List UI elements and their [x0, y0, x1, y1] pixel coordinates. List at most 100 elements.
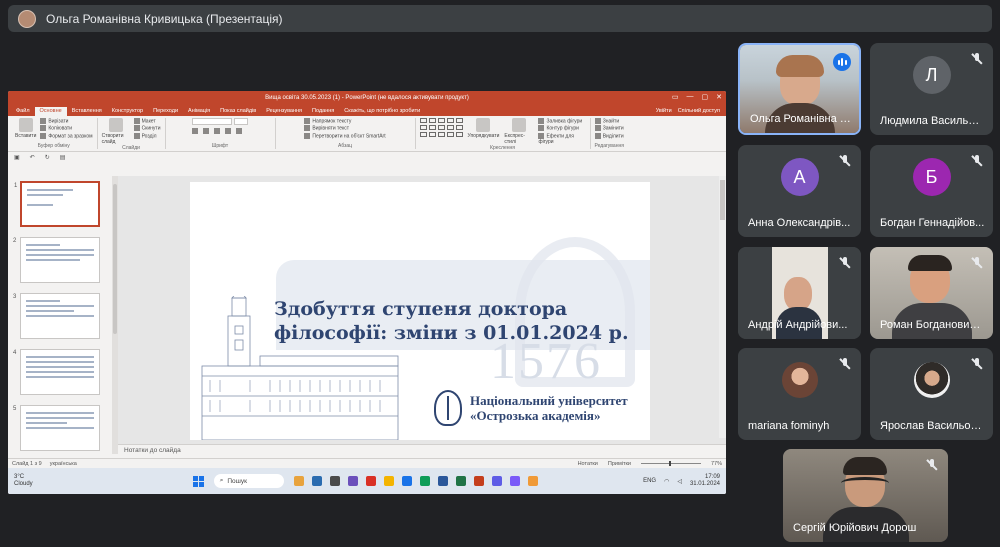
slide-thumbnail[interactable]: 5: [13, 405, 100, 451]
font-format-buttons[interactable]: [192, 128, 244, 134]
shapes-gallery[interactable]: [419, 118, 463, 137]
taskbar-app-icon[interactable]: [365, 476, 376, 486]
select-button[interactable]: Виділити: [594, 132, 624, 139]
slide-thumbnail[interactable]: 3: [13, 293, 100, 339]
tab-design[interactable]: Конструктор: [107, 107, 148, 116]
outline-icon: [538, 125, 545, 132]
tab-slideshow[interactable]: Показ слайдів: [215, 107, 261, 116]
taskbar-app-icon[interactable]: [473, 476, 484, 486]
text-direction-button[interactable]: Напрямок тексту: [304, 118, 351, 124]
new-slide-button[interactable]: Створити слайд: [102, 118, 130, 145]
tab-file[interactable]: Файл: [11, 107, 35, 116]
slide-scrollbar[interactable]: [719, 176, 726, 438]
zoom-slider[interactable]: [640, 461, 701, 466]
notes-pane[interactable]: Нотатки до слайда: [118, 444, 726, 457]
shape-effects-button[interactable]: Ефекти для фігури: [538, 132, 585, 145]
participant-tile[interactable]: Ярослав Васильов...: [870, 348, 993, 440]
zoom-level[interactable]: 77%: [711, 461, 722, 467]
fill-icon: [538, 118, 545, 124]
present-icon[interactable]: ▤: [60, 154, 66, 161]
windows-start-icon[interactable]: [192, 475, 204, 487]
taskbar-app-icon[interactable]: [419, 476, 430, 486]
taskbar-search[interactable]: ⌕ Пошук: [213, 474, 284, 488]
taskbar-clock[interactable]: 17:09 31.01.2024: [690, 474, 720, 488]
taskbar-app-icon[interactable]: [311, 476, 322, 486]
maximize-button[interactable]: ▢: [702, 93, 709, 101]
volume-icon[interactable]: ◁: [677, 478, 682, 485]
participant-tile[interactable]: Ольга Романівна К...: [738, 43, 861, 135]
undo-icon[interactable]: ↶: [30, 154, 35, 161]
paste-button[interactable]: Вставити: [15, 118, 36, 139]
presenter-bar: Ольга Романівна Кривицька (Презентація): [8, 5, 992, 32]
language-indicator[interactable]: ENG: [643, 478, 656, 484]
close-button[interactable]: ✕: [716, 93, 722, 101]
arrange-button[interactable]: Упорядкувати: [467, 118, 500, 139]
slide-thumbnails-pane: 1 2 3 4 5: [8, 176, 118, 454]
tab-view[interactable]: Подання: [307, 107, 339, 116]
font-name-select[interactable]: [192, 118, 232, 125]
paste-label: Вставити: [15, 133, 37, 139]
participant-tile[interactable]: Андрій Андрійови...: [738, 247, 861, 339]
taskbar-app-icon[interactable]: [347, 476, 358, 486]
strikethrough-icon[interactable]: [225, 128, 231, 134]
taskbar-app-icon[interactable]: [491, 476, 502, 486]
taskbar-app-icon[interactable]: [401, 476, 412, 486]
reset-button[interactable]: Скинути: [133, 125, 161, 132]
notes-toggle-button[interactable]: Нотатки: [578, 461, 598, 467]
italic-icon[interactable]: [203, 128, 209, 134]
arrange-label: Упорядкувати: [467, 133, 500, 139]
taskbar-app-icon[interactable]: [329, 476, 340, 486]
sign-in-link[interactable]: Увійти: [656, 108, 672, 114]
save-icon[interactable]: ▣: [14, 154, 20, 161]
tab-home[interactable]: Основне: [34, 107, 67, 116]
underline-icon[interactable]: [214, 128, 220, 134]
weather-widget[interactable]: 3°C Cloudy: [14, 474, 33, 488]
taskbar-app-icon[interactable]: [527, 476, 538, 486]
share-button[interactable]: Спільний доступ: [678, 108, 720, 114]
slide-thumbnail[interactable]: 2: [13, 237, 100, 283]
format-painter-button[interactable]: Формат за зразком: [40, 132, 93, 139]
shape-outline-button[interactable]: Контур фігури: [538, 125, 579, 132]
taskbar-app-icon[interactable]: [293, 476, 304, 486]
participant-tile[interactable]: Л Людмила Васильвна...: [870, 43, 993, 135]
ppt-window-title: Вища освіта 30.05.2023 (1) - PowerPoint …: [265, 94, 469, 101]
tell-me-search[interactable]: Скажіть, що потрібно зробити: [339, 107, 425, 116]
participant-tile[interactable]: А Анна Олександрів...: [738, 145, 861, 237]
layout-button[interactable]: Макет: [133, 118, 156, 124]
taskbar-app-icon[interactable]: [455, 476, 466, 486]
wifi-icon[interactable]: ◠: [664, 478, 669, 485]
tab-transitions[interactable]: Переходи: [148, 107, 183, 116]
slide-thumbnail[interactable]: 4: [13, 349, 100, 395]
font-size-select[interactable]: [234, 118, 248, 125]
section-button[interactable]: Розділ: [133, 132, 157, 139]
find-button[interactable]: Знайти: [594, 118, 619, 124]
tab-insert[interactable]: Вставлення: [67, 107, 107, 116]
participant-tile[interactable]: Сергій Юрійович Дорош: [783, 449, 948, 542]
cut-button[interactable]: Вирізати: [40, 118, 68, 124]
convert-smartart-button[interactable]: Перетворити на об'єкт SmartArt: [304, 132, 386, 139]
current-slide[interactable]: 1576 Здобуття ступеня доктора філософії:…: [190, 182, 650, 440]
quick-styles-button[interactable]: Експрес-стилі: [504, 118, 533, 145]
participant-tile[interactable]: Роман Богданович ...: [870, 247, 993, 339]
slide-thumbnail[interactable]: 1: [14, 181, 100, 227]
taskbar-app-icon[interactable]: [383, 476, 394, 486]
copy-button[interactable]: Копіювати: [40, 125, 72, 132]
minimize-button[interactable]: —: [687, 93, 694, 101]
ribbon-display-button[interactable]: ▭: [672, 93, 679, 101]
taskbar-app-icon[interactable]: [509, 476, 520, 486]
font-color-icon[interactable]: [236, 128, 242, 134]
slide-number: 5: [13, 406, 17, 412]
reset-label: Скинути: [141, 125, 161, 132]
tab-animations[interactable]: Анімація: [183, 107, 215, 116]
bold-icon[interactable]: [192, 128, 198, 134]
taskbar-app-icon[interactable]: [437, 476, 448, 486]
language-status[interactable]: українська: [50, 461, 77, 467]
shape-fill-button[interactable]: Заливка фігури: [538, 118, 582, 124]
redo-icon[interactable]: ↻: [45, 154, 50, 161]
comments-toggle-button[interactable]: Примітки: [608, 461, 631, 467]
tab-review[interactable]: Рецензування: [261, 107, 307, 116]
replace-button[interactable]: Замінити: [594, 125, 624, 132]
align-text-button[interactable]: Вирівняти текст: [304, 125, 349, 132]
participant-tile[interactable]: Б Богдан Геннадійов...: [870, 145, 993, 237]
participant-tile[interactable]: mariana fominyh: [738, 348, 861, 440]
